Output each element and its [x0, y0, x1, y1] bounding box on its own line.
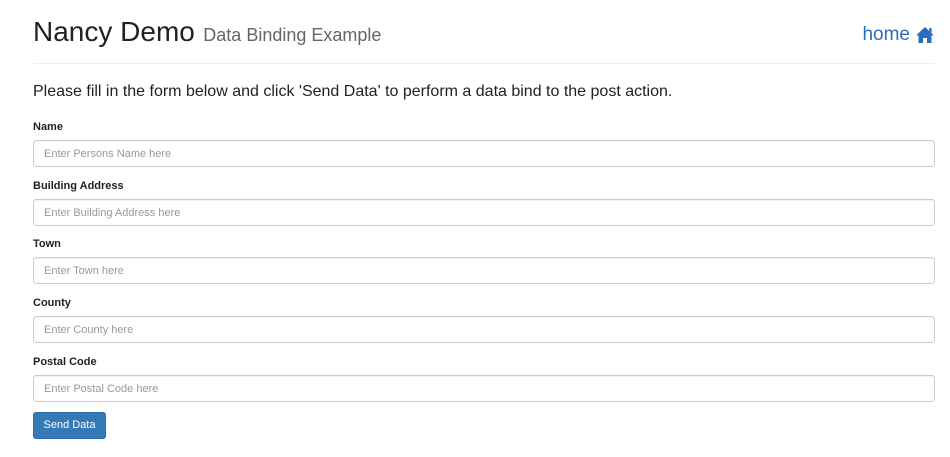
home-link-label: home [862, 24, 910, 45]
county-input[interactable] [33, 316, 935, 343]
postal-code-input[interactable] [33, 375, 935, 402]
intro-text: Please fill in the form below and click … [33, 83, 673, 100]
building-address-form-group: Building Address [33, 179, 935, 226]
postal-code-form-group: Postal Code [33, 355, 935, 402]
town-input[interactable] [33, 257, 935, 284]
page-container: Nancy Demo Data Binding Example home Ple… [33, 0, 935, 439]
building-address-input[interactable] [33, 199, 935, 226]
name-input[interactable] [33, 140, 935, 167]
send-data-button[interactable]: Send Data [33, 412, 106, 439]
town-form-group: Town [33, 237, 935, 284]
home-link[interactable]: home [862, 22, 935, 48]
town-label: Town [33, 238, 61, 250]
name-label: Name [33, 121, 63, 133]
page-title-main: Nancy Demo [33, 16, 195, 47]
page-header: Nancy Demo Data Binding Example home [33, 0, 935, 64]
building-address-label: Building Address [33, 180, 124, 192]
county-label: County [33, 297, 71, 309]
postal-code-label: Postal Code [33, 356, 97, 368]
page-subtitle: Data Binding Example [203, 25, 382, 45]
page-title: Nancy Demo Data Binding Example [33, 15, 381, 52]
county-form-group: County [33, 296, 935, 343]
name-form-group: Name [33, 120, 935, 167]
home-icon [915, 26, 935, 44]
